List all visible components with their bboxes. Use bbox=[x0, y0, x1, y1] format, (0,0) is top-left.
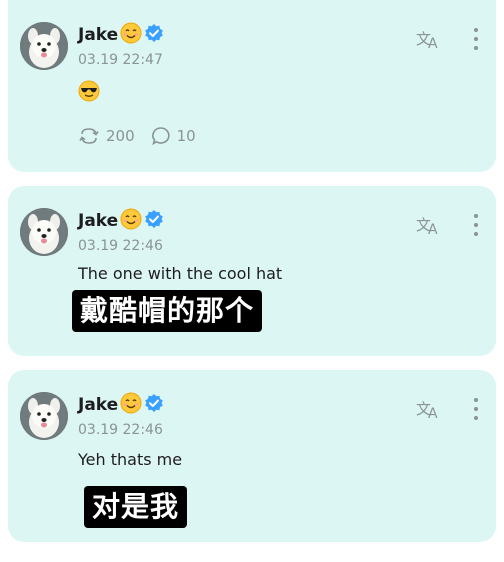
dog-avatar-icon bbox=[20, 392, 68, 440]
repost-count: 200 bbox=[106, 127, 135, 145]
repost-button[interactable]: 200 bbox=[78, 126, 135, 146]
post-text: The one with the cool hat bbox=[78, 264, 283, 283]
comment-button[interactable]: 10 bbox=[151, 126, 196, 146]
username[interactable]: Jake bbox=[78, 395, 118, 415]
translate-icon[interactable]: 文 A bbox=[416, 214, 442, 240]
post-timestamp: 03.19 22:46 bbox=[78, 422, 163, 438]
verified-badge-icon bbox=[144, 393, 164, 417]
username[interactable]: Jake bbox=[78, 25, 118, 45]
more-vertical-icon[interactable] bbox=[472, 398, 480, 420]
more-vertical-icon[interactable] bbox=[472, 28, 480, 50]
more-vertical-icon[interactable] bbox=[472, 214, 480, 236]
verified-badge-icon bbox=[144, 23, 164, 47]
svg-text:A: A bbox=[428, 222, 438, 236]
avatar[interactable] bbox=[20, 22, 68, 70]
post-card[interactable]: Jake 03.19 22:46 Yeh thats me 文 A 对是我 bbox=[8, 370, 496, 542]
avatar[interactable] bbox=[20, 208, 68, 256]
dog-avatar-icon bbox=[20, 208, 68, 256]
smiling-face-emoji-icon bbox=[120, 22, 142, 48]
dog-avatar-icon bbox=[20, 22, 68, 70]
post-actions: 200 10 bbox=[78, 126, 196, 146]
comment-count: 10 bbox=[176, 127, 196, 145]
translate-icon[interactable]: 文 A bbox=[416, 398, 442, 424]
smiling-face-emoji-icon bbox=[120, 208, 142, 234]
video-subtitle: 对是我 bbox=[84, 486, 188, 528]
post-feed: Jake 03.19 22:47 文 A 200 10 Jake 03.19 2… bbox=[0, 0, 504, 562]
svg-text:A: A bbox=[428, 406, 438, 420]
post-text: Yeh thats me bbox=[78, 450, 183, 469]
post-timestamp: 03.19 22:47 bbox=[78, 52, 163, 68]
smiling-face-emoji-icon bbox=[120, 392, 142, 418]
author-row: Jake bbox=[78, 392, 164, 418]
repost-icon bbox=[79, 128, 99, 144]
post-card[interactable]: Jake 03.19 22:46 The one with the cool h… bbox=[8, 186, 496, 356]
post-timestamp: 03.19 22:46 bbox=[78, 238, 163, 254]
sunglasses-emoji-icon bbox=[78, 80, 100, 106]
verified-badge-icon bbox=[144, 209, 164, 233]
video-subtitle: 戴酷帽的那个 bbox=[72, 290, 263, 332]
comment-icon bbox=[151, 127, 170, 146]
author-row: Jake bbox=[78, 22, 164, 48]
svg-text:A: A bbox=[428, 36, 438, 50]
post-card[interactable]: Jake 03.19 22:47 文 A 200 10 bbox=[8, 0, 496, 172]
translate-icon[interactable]: 文 A bbox=[416, 28, 442, 54]
username[interactable]: Jake bbox=[78, 211, 118, 231]
avatar[interactable] bbox=[20, 392, 68, 440]
author-row: Jake bbox=[78, 208, 164, 234]
